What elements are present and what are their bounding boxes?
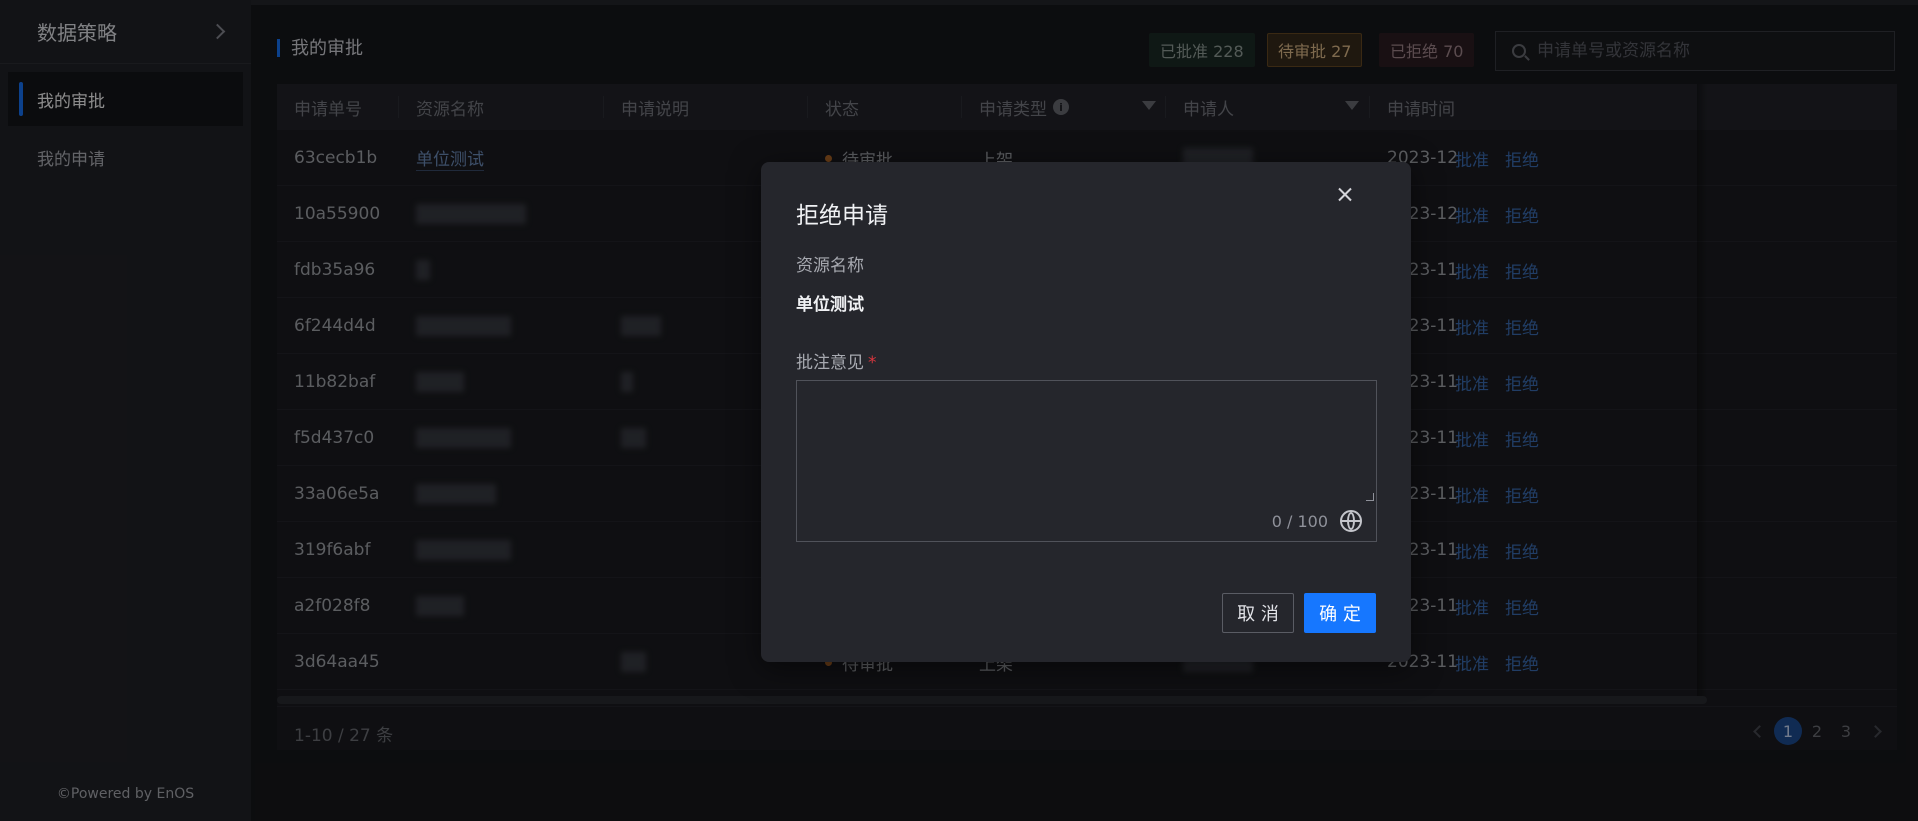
confirm-button[interactable]: 确 定 [1304, 593, 1376, 633]
app-root: 数据策略 我的审批 我的申请 ©Powered by EnOS 我的审批 已批准… [0, 0, 1918, 821]
char-count: 0 / 100 [1271, 512, 1328, 531]
resize-handle-icon[interactable] [1366, 493, 1374, 501]
resource-name-label: 资源名称 [796, 256, 864, 276]
cancel-button[interactable]: 取 消 [1222, 593, 1294, 633]
dialog-title: 拒绝申请 [796, 203, 888, 229]
comment-label-text: 批注意见 [796, 353, 864, 373]
close-icon[interactable] [1332, 182, 1358, 208]
globe-icon[interactable] [1340, 510, 1362, 532]
resource-name-value: 单位测试 [796, 295, 864, 315]
reject-request-dialog: 拒绝申请 资源名称 单位测试 批注意见 * 0 / 100 取 消 确 定 [761, 162, 1411, 662]
comment-field[interactable]: 0 / 100 [796, 380, 1377, 542]
comment-label: 批注意见 * [796, 348, 877, 373]
required-mark: * [868, 353, 877, 373]
